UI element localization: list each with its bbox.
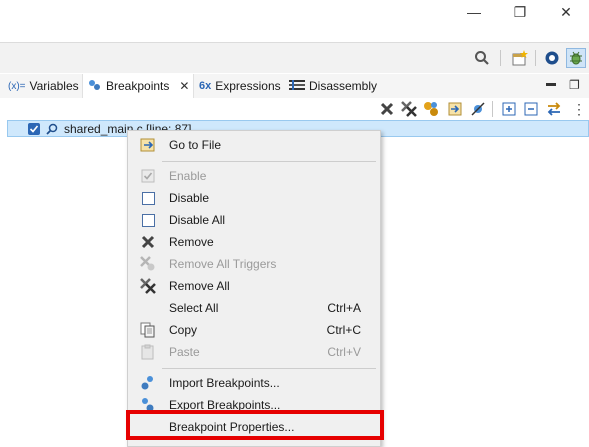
minimize-view-button[interactable]: ▬	[546, 78, 556, 89]
minimize-window-button[interactable]: —	[451, 0, 497, 24]
remove-all-triggers-icon	[140, 256, 156, 272]
tab-disassembly[interactable]: Disassembly	[289, 74, 377, 98]
close-tab-icon[interactable]: ✕	[179, 79, 189, 93]
paste-icon	[140, 344, 156, 360]
disassembly-icon	[289, 79, 305, 94]
menu-item-label: Import Breakpoints...	[169, 376, 280, 390]
menu-item-label: Remove	[169, 235, 214, 249]
tab-variables[interactable]: (x)= Variables	[8, 74, 79, 98]
link-with-debug-view-icon[interactable]	[545, 100, 563, 118]
menu-item-go-to-file[interactable]: Go to File	[128, 134, 380, 156]
main-toolbar	[0, 43, 589, 73]
open-perspective-icon[interactable]	[510, 48, 530, 68]
tab-label: Disassembly	[309, 79, 378, 93]
variables-icon: (x)=	[8, 80, 26, 92]
menu-item-label: Copy	[169, 323, 198, 337]
menu-item-select-all[interactable]: Select All Ctrl+A	[128, 297, 380, 319]
tab-label: Variables	[29, 79, 79, 93]
menu-item-disable[interactable]: Disable	[128, 187, 380, 209]
line-breakpoint-icon	[46, 123, 58, 135]
menu-item-label: Remove All	[169, 279, 230, 293]
breakpoint-enabled-checkbox[interactable]	[28, 122, 40, 135]
go-to-file-icon	[140, 137, 156, 153]
menu-item-enable[interactable]: Enable	[128, 165, 380, 187]
toolbar-separator	[500, 50, 501, 66]
close-window-button[interactable]: ✕	[543, 0, 589, 24]
skip-breakpoints-icon[interactable]	[469, 100, 487, 118]
menu-separator	[162, 161, 376, 162]
remove-icon[interactable]	[378, 100, 396, 118]
copy-icon	[140, 322, 156, 338]
menu-item-remove-all[interactable]: Remove All	[128, 275, 380, 297]
disable-all-checkbox-icon	[140, 212, 156, 228]
context-menu: Go to File Enable Disable Disable All Re…	[127, 130, 381, 447]
menu-item-shortcut: Ctrl+V	[327, 345, 361, 359]
debug-perspective-icon[interactable]	[542, 48, 562, 68]
tab-breakpoints[interactable]: Breakpoints ✕	[82, 74, 194, 98]
search-icon[interactable]	[472, 48, 492, 68]
menu-item-remove-all-triggers[interactable]: Remove All Triggers	[128, 253, 380, 275]
toolbar-separator	[492, 101, 493, 117]
remove-icon	[140, 234, 156, 250]
maximize-window-button[interactable]: ❐	[497, 0, 543, 24]
view-tab-row: (x)= Variables Breakpoints ✕ 6x Expressi…	[0, 74, 589, 98]
remove-all-icon	[140, 278, 156, 294]
menu-item-remove[interactable]: Remove	[128, 231, 380, 253]
go-to-file-icon[interactable]	[446, 100, 464, 118]
debug-bug-icon[interactable]	[566, 48, 586, 68]
breakpoints-view-toolbar: ⋮	[0, 98, 589, 120]
menu-item-label: Go to File	[169, 138, 222, 152]
breakpoints-icon	[88, 79, 102, 94]
menu-item-shortcut: Ctrl+A	[327, 301, 361, 315]
menu-item-disable-all[interactable]: Disable All	[128, 209, 380, 231]
link-icon[interactable]	[422, 100, 440, 118]
menu-item-import-breakpoints[interactable]: Import Breakpoints...	[128, 372, 380, 394]
top-band	[0, 24, 589, 43]
view-menu-icon[interactable]: ⋮	[570, 100, 588, 118]
highlight-annotation-box	[126, 410, 384, 440]
menu-separator	[162, 368, 376, 369]
enable-check-icon	[140, 168, 156, 184]
window-title-bar: — ❐ ✕	[0, 0, 589, 24]
collapse-all-icon[interactable]	[522, 100, 540, 118]
expand-all-icon[interactable]	[500, 100, 518, 118]
tab-expressions[interactable]: 6x Expressions	[199, 74, 281, 98]
menu-item-label: Paste	[169, 345, 200, 359]
menu-item-shortcut: Ctrl+C	[326, 323, 361, 337]
menu-item-label: Remove All Triggers	[169, 257, 277, 271]
tab-label: Expressions	[215, 79, 281, 93]
menu-item-copy[interactable]: Copy Ctrl+C	[128, 319, 380, 341]
disable-checkbox-icon	[140, 190, 156, 206]
menu-item-paste[interactable]: Paste Ctrl+V	[128, 341, 380, 363]
import-breakpoints-icon	[140, 375, 156, 391]
menu-item-label: Disable	[169, 191, 210, 205]
menu-item-label: Enable	[169, 169, 207, 183]
menu-item-label: Disable All	[169, 213, 226, 227]
expressions-icon: 6x	[199, 80, 212, 92]
tab-label: Breakpoints	[106, 79, 170, 93]
maximize-view-button[interactable]: ❐	[569, 78, 580, 92]
remove-all-icon[interactable]	[400, 100, 418, 118]
toolbar-separator	[535, 50, 536, 66]
menu-item-label: Select All	[169, 301, 219, 315]
